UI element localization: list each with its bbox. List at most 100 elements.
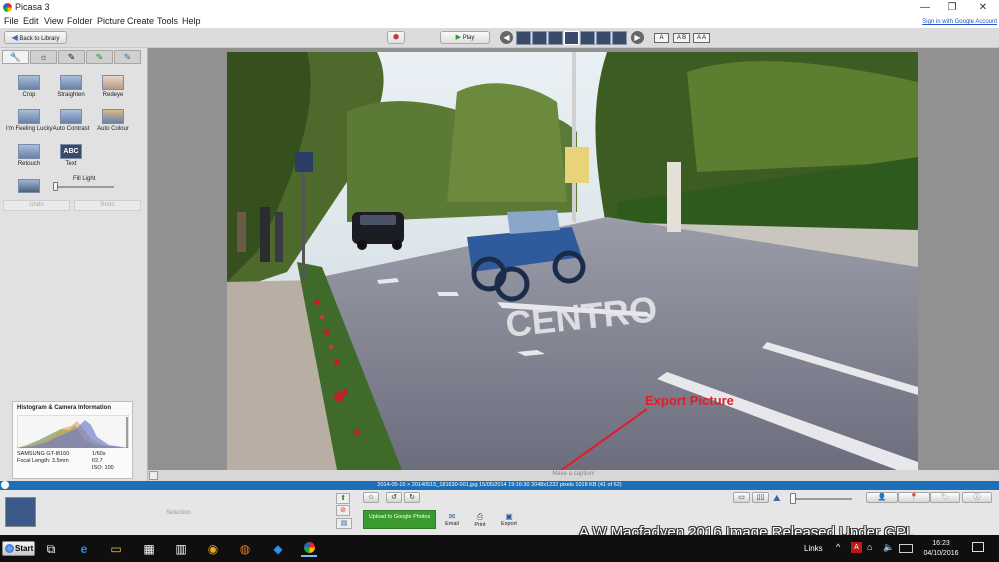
clock[interactable]: 16:23 04/10/2016 xyxy=(921,539,961,559)
next-image-button[interactable]: ▶ xyxy=(631,31,644,44)
sign-in-link[interactable]: Sign in with Google Account xyxy=(922,19,997,25)
maximize-button[interactable]: ❐ xyxy=(938,0,966,15)
redo-button[interactable]: Redo xyxy=(74,200,141,211)
keyboard-icon[interactable] xyxy=(899,544,913,553)
previous-image-button[interactable]: ◀ xyxy=(500,31,513,44)
info-icon[interactable]: ⓘ xyxy=(962,492,992,503)
people-icon[interactable]: 👤 xyxy=(866,492,898,503)
upload-to-google-photos-button[interactable]: Upload to Google Photos xyxy=(363,510,436,529)
menu-create[interactable]: Create xyxy=(127,16,154,26)
fill-light-label: Fill Light xyxy=(73,176,96,182)
caption-mode-aa[interactable]: A A xyxy=(693,33,710,43)
star-icon[interactable]: ☆ xyxy=(363,492,379,503)
zoom-slider-track[interactable] xyxy=(792,498,852,500)
clear-selection-icon[interactable]: ⊘ xyxy=(336,505,350,516)
view-compare-icon[interactable]: ▯▯ xyxy=(752,492,769,503)
menu-tools[interactable]: Tools xyxy=(157,16,178,26)
zoom-icon: ⛰ xyxy=(773,493,781,503)
filmstrip-thumb[interactable] xyxy=(516,31,531,45)
zoom-slider-handle[interactable] xyxy=(790,493,796,504)
selection-thumbnail[interactable] xyxy=(5,497,36,527)
filmstrip-thumb-current[interactable] xyxy=(564,31,579,45)
start-button[interactable]: Start xyxy=(2,541,35,556)
picasa-taskbar-icon[interactable] xyxy=(301,541,317,557)
email-action[interactable]: ✉ Email xyxy=(440,512,464,527)
minimize-button[interactable]: — xyxy=(911,0,939,15)
menu-view[interactable]: View xyxy=(44,16,63,26)
photo-info-text: 2014-05-15 > 20140515_181630-001.jpg 15/… xyxy=(377,482,622,488)
filmstrip-thumb[interactable] xyxy=(548,31,563,45)
caption-bar[interactable]: Make a caption! xyxy=(148,470,999,481)
edge-browser-icon[interactable]: e xyxy=(76,541,92,557)
straighten-label: Straighten xyxy=(57,92,85,98)
play-label: Play xyxy=(462,35,475,41)
play-button[interactable]: ▶ Play xyxy=(440,31,490,44)
chrome-icon[interactable]: ◉ xyxy=(205,541,221,557)
menu-picture[interactable]: Picture xyxy=(97,16,125,26)
crop-icon xyxy=(18,75,40,90)
fill-light-slider-track[interactable] xyxy=(54,186,114,188)
menu-edit[interactable]: Edit xyxy=(23,16,39,26)
rotate-left-icon[interactable]: ↺ xyxy=(386,492,402,503)
acrobat-tray-icon[interactable]: A xyxy=(851,542,862,553)
photo-canvas[interactable]: CENTRO Export Picture xyxy=(227,52,918,470)
tab-effects-3[interactable]: ✎ xyxy=(114,50,141,64)
hold-pin-icon[interactable]: ⬆ xyxy=(336,493,350,504)
export-icon: ▣ xyxy=(505,512,513,521)
retouch-tool[interactable]: Retouch xyxy=(6,144,52,167)
auto-colour-tool[interactable]: Auto Colour xyxy=(90,109,136,132)
show-hidden-icons[interactable]: ^ xyxy=(836,542,840,552)
tab-basic-fixes[interactable]: 🔧 xyxy=(2,50,29,64)
text-label: Text xyxy=(65,161,77,167)
action-center-icon[interactable] xyxy=(972,542,984,552)
network-icon[interactable]: ⌂ xyxy=(867,542,872,552)
filmstrip-thumb[interactable] xyxy=(596,31,611,45)
crop-tool[interactable]: Crop xyxy=(6,75,52,98)
tags-icon[interactable]: 🏷 xyxy=(930,492,960,503)
fill-light-icon xyxy=(18,179,40,193)
auto-contrast-tool[interactable]: Auto Contrast xyxy=(48,109,94,132)
print-action[interactable]: ⎙ Print xyxy=(468,512,492,528)
export-action[interactable]: ▣ Export xyxy=(497,512,521,527)
straighten-tool[interactable]: Straighten xyxy=(48,75,94,98)
calculator-icon[interactable]: ▥ xyxy=(173,541,189,557)
album-icon[interactable]: ▤ xyxy=(336,518,352,529)
file-explorer-icon[interactable]: ▭ xyxy=(108,541,124,557)
menu-folder[interactable]: Folder xyxy=(67,16,93,26)
redeye-icon xyxy=(102,75,124,90)
app-icon[interactable]: ◆ xyxy=(270,541,286,557)
redeye-tool[interactable]: Redeye xyxy=(90,75,136,98)
focal-length: Focal Length: 3.5mm xyxy=(17,458,69,464)
firefox-icon[interactable]: ◍ xyxy=(237,541,253,557)
photo-info-bar: 2014-05-15 > 20140515_181630-001.jpg 15/… xyxy=(0,481,999,490)
menu-file[interactable]: File xyxy=(4,16,19,26)
share-icon[interactable]: ⬢ xyxy=(387,31,405,44)
fill-light-slider-handle[interactable] xyxy=(53,182,58,191)
links-toolbar[interactable]: Links xyxy=(804,544,823,553)
feeling-lucky-tool[interactable]: I'm Feeling Lucky xyxy=(6,109,53,132)
filmstrip-thumb[interactable] xyxy=(612,31,627,45)
volume-icon[interactable]: 🔈 xyxy=(883,542,894,553)
rotate-right-icon[interactable]: ↻ xyxy=(404,492,420,503)
tab-tuning[interactable]: ☼ xyxy=(30,50,57,64)
histogram-panel: Histogram & Camera Information SAMSUNG G… xyxy=(12,401,133,479)
clock-date: 04/10/2016 xyxy=(923,550,959,557)
close-button[interactable]: ✕ xyxy=(969,0,997,15)
text-tool[interactable]: ABC Text xyxy=(48,144,94,167)
view-single-icon[interactable]: ▭ xyxy=(733,492,750,503)
menu-help[interactable]: Help xyxy=(182,16,201,26)
tab-effects[interactable]: ✎ xyxy=(58,50,85,64)
store-icon[interactable]: ▦ xyxy=(141,541,157,557)
title-bar: Picasa 3 — ❐ ✕ xyxy=(0,0,999,15)
retouch-label: Retouch xyxy=(17,161,41,167)
filmstrip-thumb[interactable] xyxy=(580,31,595,45)
filmstrip-thumb[interactable] xyxy=(532,31,547,45)
caption-mode-a[interactable]: A xyxy=(654,33,669,43)
undo-button[interactable]: Undo xyxy=(3,200,70,211)
tab-effects-2[interactable]: ✎ xyxy=(86,50,113,64)
effects2-icon: ✎ xyxy=(123,52,132,62)
places-pin-icon[interactable]: 📍 xyxy=(898,492,930,503)
back-to-library-button[interactable]: ◀ Back to Library xyxy=(4,31,67,44)
caption-mode-ab[interactable]: A B xyxy=(673,33,690,43)
task-view-icon[interactable]: ⧉ xyxy=(43,541,59,557)
